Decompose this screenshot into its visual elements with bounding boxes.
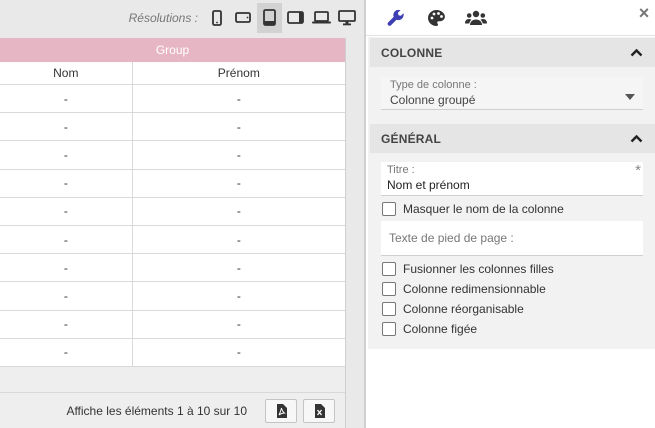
resizable-column-checkbox-row[interactable]: Colonne redimensionnable	[382, 281, 546, 297]
frozen-column-checkbox-row[interactable]: Colonne figée	[382, 321, 477, 337]
column-header-nom[interactable]: Nom	[0, 62, 133, 84]
tablet-landscape-button[interactable]	[283, 3, 308, 33]
required-asterisk-icon: *	[635, 162, 641, 179]
tab-general-settings[interactable]	[376, 0, 416, 36]
table-row[interactable]: --	[0, 338, 345, 367]
grid-rows: --------------------	[0, 85, 345, 367]
pdf-export-button[interactable]	[265, 398, 297, 423]
column-type-select[interactable]: Type de colonne : Colonne groupé	[381, 77, 643, 110]
title-label: Titre :	[387, 164, 415, 176]
title-input[interactable]: Titre : Nom et prénom *	[381, 162, 643, 196]
reorderable-column-checkbox-row[interactable]: Colonne réorganisable	[382, 301, 524, 317]
tab-style[interactable]	[416, 0, 456, 36]
table-cell-nom: -	[0, 282, 133, 310]
table-cell-nom: -	[0, 113, 133, 141]
table-cell-prenom: -	[236, 91, 241, 106]
group-header-row[interactable]: Group	[0, 38, 345, 62]
table-row[interactable]: --	[0, 197, 345, 226]
phone-portrait-icon	[212, 9, 222, 26]
table-cell-nom: -	[0, 338, 133, 366]
frozen-column-checkbox[interactable]	[382, 322, 396, 336]
table-row[interactable]: --	[0, 85, 345, 114]
table-cell-nom: -	[0, 197, 133, 225]
title-value[interactable]: Nom et prénom	[387, 178, 643, 192]
tablet-portrait-icon	[262, 9, 276, 26]
resizable-column-checkbox[interactable]	[382, 282, 396, 296]
resizable-column-label[interactable]: Colonne redimensionnable	[403, 282, 546, 296]
table-cell-prenom: -	[236, 176, 241, 191]
wrench-icon	[387, 9, 404, 26]
table-cell-nom: -	[0, 310, 133, 338]
users-icon	[465, 10, 487, 25]
palette-icon	[427, 9, 445, 26]
excel-export-icon	[314, 403, 325, 418]
data-grid: Group Nom Prénom -------------------- Af…	[0, 38, 346, 428]
column-type-label: Type de colonne :	[390, 79, 477, 91]
table-cell-prenom: -	[236, 119, 241, 134]
phone-portrait-button[interactable]	[205, 3, 230, 33]
tablet-portrait-button[interactable]	[256, 2, 282, 33]
table-row[interactable]: --	[0, 169, 345, 198]
table-row[interactable]: --	[0, 254, 345, 283]
table-cell-prenom: -	[236, 345, 241, 360]
merge-child-columns-label[interactable]: Fusionner les colonnes filles	[403, 262, 554, 276]
table-cell-prenom: -	[236, 232, 241, 247]
footer-text-placeholder: Texte de pied de page :	[389, 231, 514, 245]
desktop-icon	[338, 9, 356, 25]
footer-text-input[interactable]: Texte de pied de page :	[381, 221, 643, 256]
pagination-info: Affiche les éléments 1 à 10 sur 10	[66, 403, 247, 418]
close-panel-button[interactable]: ×	[635, 4, 653, 22]
laptop-button[interactable]	[309, 3, 334, 33]
table-cell-nom: -	[0, 169, 133, 197]
merge-child-columns-checkbox[interactable]	[382, 262, 396, 276]
chevron-up-icon[interactable]	[630, 48, 643, 57]
table-cell-prenom: -	[236, 260, 241, 275]
preview-area: Résolutions : Group Nom Prénom ---------…	[0, 0, 366, 428]
table-row[interactable]: --	[0, 310, 345, 339]
table-cell-nom: -	[0, 254, 133, 282]
column-header-row: Nom Prénom	[0, 62, 345, 85]
merge-child-columns-checkbox-row[interactable]: Fusionner les colonnes filles	[382, 261, 554, 277]
table-row[interactable]: --	[0, 282, 345, 311]
hide-column-name-label[interactable]: Masquer le nom de la colonne	[403, 202, 564, 216]
pdf-export-icon	[276, 403, 287, 418]
section-title-general: GÉNÉRAL	[381, 131, 442, 146]
column-header-prenom[interactable]: Prénom	[133, 62, 345, 84]
laptop-icon	[311, 11, 331, 24]
group-header-label: Group	[155, 43, 190, 57]
table-row[interactable]: --	[0, 141, 345, 170]
section-header-colonne[interactable]: COLONNE	[370, 38, 655, 67]
table-cell-nom: -	[0, 85, 133, 113]
column-type-value: Colonne groupé	[390, 93, 476, 107]
section-header-general[interactable]: GÉNÉRAL	[370, 124, 655, 153]
close-icon: ×	[638, 3, 650, 23]
table-cell-nom: -	[0, 225, 133, 254]
hide-column-name-checkbox[interactable]	[382, 202, 396, 216]
phone-landscape-button[interactable]	[231, 3, 256, 33]
table-row[interactable]: --	[0, 113, 345, 142]
table-cell-prenom: -	[236, 317, 241, 332]
settings-panel: × COLONNE Type de colonne : Colonne grou…	[366, 0, 655, 428]
table-cell-prenom: -	[236, 147, 241, 162]
reorderable-column-label[interactable]: Colonne réorganisable	[403, 302, 524, 316]
grid-footer: Affiche les éléments 1 à 10 sur 10	[0, 392, 345, 428]
panel-tabs	[366, 0, 655, 36]
section-title-colonne: COLONNE	[381, 45, 443, 60]
resolution-toolbar: Résolutions :	[0, 0, 366, 35]
phone-landscape-icon	[235, 12, 251, 23]
tab-permissions[interactable]	[456, 0, 496, 36]
resolutions-label: Résolutions :	[128, 10, 198, 25]
table-cell-prenom: -	[236, 288, 241, 303]
excel-export-button[interactable]	[303, 398, 335, 423]
reorderable-column-checkbox[interactable]	[382, 302, 396, 316]
chevron-up-icon[interactable]	[630, 134, 643, 143]
tablet-landscape-icon	[286, 11, 304, 24]
caret-down-icon	[625, 89, 635, 103]
hide-column-name-checkbox-row[interactable]: Masquer le nom de la colonne	[382, 201, 564, 217]
table-cell-nom: -	[0, 141, 133, 169]
desktop-button[interactable]	[335, 3, 360, 33]
table-row[interactable]: --	[0, 225, 345, 255]
frozen-column-label[interactable]: Colonne figée	[403, 322, 477, 336]
table-cell-prenom: -	[236, 204, 241, 219]
